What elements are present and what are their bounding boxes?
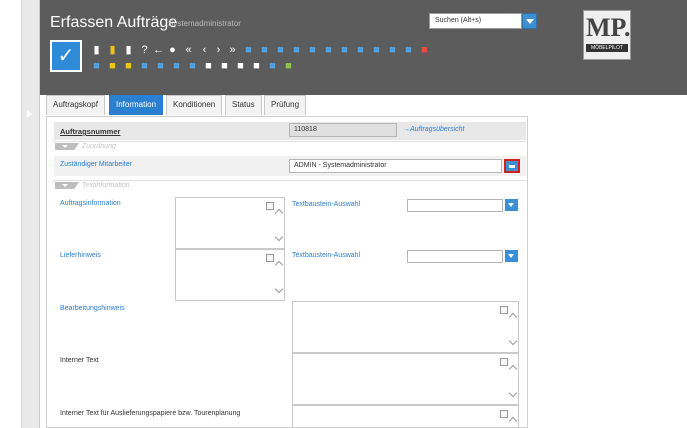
internal-text-label: Interner Text <box>60 357 99 364</box>
search-icon[interactable]: ● <box>166 44 179 57</box>
folder-icon[interactable]: ■ <box>106 60 119 73</box>
order-number-field: 110818 <box>289 123 397 137</box>
checkbox[interactable] <box>500 306 508 314</box>
page-icon[interactable]: ■ <box>266 60 279 73</box>
tab-pruefung[interactable]: Prüfung <box>264 95 307 115</box>
truck-icon[interactable]: ■ <box>306 44 319 57</box>
text-module-select-1[interactable] <box>407 199 503 212</box>
responsible-field[interactable]: ADMIN - Systemadministrator <box>289 159 502 173</box>
back-icon[interactable]: ← <box>152 44 165 57</box>
tab-auftragskopf[interactable]: Auftragskopf <box>46 95 105 115</box>
delivery-note-textarea[interactable] <box>175 249 285 301</box>
checkbox[interactable] <box>500 410 508 418</box>
previous-record-icon[interactable]: ‹ <box>198 44 211 57</box>
next-record-icon[interactable]: › <box>212 44 225 57</box>
calendar-icon[interactable]: ■ <box>138 60 151 73</box>
first-record-icon[interactable]: « <box>182 44 195 57</box>
expand-arrow-icon[interactable] <box>27 110 32 118</box>
order-number-label: Auftragsnummer <box>60 127 121 136</box>
pen-icon[interactable]: ■ <box>202 60 215 73</box>
scroll-up-icon[interactable] <box>274 208 284 218</box>
chevron-down-icon <box>62 145 68 148</box>
tab-information[interactable]: Information <box>109 95 164 115</box>
users-icon[interactable]: ■ <box>122 60 135 73</box>
scroll-up-icon[interactable] <box>508 364 518 374</box>
scroll-up-icon[interactable] <box>508 312 518 322</box>
transfer-icon[interactable]: ■ <box>290 44 303 57</box>
processing-note-textarea[interactable] <box>292 301 519 353</box>
save-check-button[interactable]: ✓ <box>50 40 82 72</box>
inventory-icon[interactable]: ■ <box>234 60 247 73</box>
date-icon[interactable]: ■ <box>250 60 263 73</box>
tab-status[interactable]: Status <box>225 95 262 115</box>
section-title: Zuordnung <box>82 143 116 150</box>
collapse-sidebar-strip[interactable] <box>22 0 40 428</box>
left-gutter <box>0 0 22 428</box>
responsible-lookup-button[interactable] <box>504 159 520 173</box>
section-assignment[interactable]: Zuordnung <box>54 141 526 151</box>
calculator-icon[interactable]: ■ <box>154 60 167 73</box>
order-info-label: Auftragsinformation <box>60 200 121 207</box>
delete-icon[interactable]: ▮ <box>122 44 135 57</box>
last-record-icon[interactable]: » <box>226 44 239 57</box>
checkbox[interactable] <box>500 358 508 366</box>
internal-text-textarea[interactable] <box>292 353 519 405</box>
import-icon[interactable]: ■ <box>370 44 383 57</box>
scroll-down-icon[interactable] <box>508 388 518 398</box>
logo-mark: MP. <box>586 13 631 42</box>
delivery-note-label: Lieferhinweis <box>60 252 101 259</box>
text-module-select-2[interactable] <box>407 250 503 263</box>
checkbox[interactable] <box>266 254 274 262</box>
scroll-down-icon[interactable] <box>274 284 284 294</box>
print-icon[interactable]: ■ <box>242 44 255 57</box>
document-icon[interactable]: ■ <box>90 60 103 73</box>
text-module-dropdown-2[interactable] <box>505 250 518 262</box>
checkbox[interactable] <box>266 202 274 210</box>
right-background <box>528 116 687 428</box>
order-info-textarea[interactable] <box>175 197 285 249</box>
chevron-down-icon <box>62 184 68 187</box>
stats-icon[interactable]: ■ <box>186 60 199 73</box>
scroll-up-icon[interactable] <box>274 260 284 270</box>
attachment-icon[interactable]: ■ <box>402 44 415 57</box>
app-title: Erfassen Aufträge <box>50 14 178 31</box>
scroll-up-icon[interactable] <box>508 416 518 426</box>
cancel-icon[interactable]: ■ <box>418 44 431 57</box>
new-document-icon[interactable]: ▮ <box>90 44 103 57</box>
archive-icon[interactable]: ■ <box>386 44 399 57</box>
logo-wordmark: MÖBELPILOT <box>586 44 628 52</box>
app-header: Erfassen Aufträge Systemadministrator Su… <box>40 0 687 95</box>
report-icon[interactable]: ■ <box>338 44 351 57</box>
spreadsheet-icon[interactable]: ■ <box>282 60 295 73</box>
internal-text-delivery-textarea[interactable] <box>292 405 519 428</box>
scroll-down-icon[interactable] <box>508 336 518 346</box>
text-module-label-1: Textbaustein-Auswahl <box>292 201 361 208</box>
text-module-dropdown-1[interactable] <box>505 199 518 211</box>
search-input[interactable]: Suchen (Alt+s) <box>429 13 522 29</box>
scroll-down-icon[interactable] <box>274 232 284 242</box>
search-dropdown-button[interactable] <box>522 13 537 29</box>
chart-icon[interactable]: ■ <box>170 60 183 73</box>
tab-konditionen[interactable]: Konditionen <box>166 95 223 115</box>
text-module-label-2: Textbaustein-Auswahl <box>292 252 361 259</box>
document-list-icon[interactable]: ■ <box>322 44 335 57</box>
responsible-label: Zuständiger Mitarbeiter <box>60 161 132 168</box>
order-overview-link[interactable]: →Auftragsübersicht <box>403 126 464 133</box>
export-icon[interactable]: ■ <box>354 44 367 57</box>
processing-note-label: Bearbeitungshinweis <box>60 305 125 312</box>
section-title: Textinformation <box>82 182 130 189</box>
app-subtitle: Systemadministrator <box>168 19 241 28</box>
mail-icon[interactable]: ■ <box>274 44 287 57</box>
tag-icon[interactable]: ■ <box>218 60 231 73</box>
internal-text-delivery-label: Interner Text für Auslieferungspapiere b… <box>60 410 241 417</box>
help-icon[interactable]: ? <box>138 44 151 57</box>
customer-icon[interactable]: ■ <box>258 44 271 57</box>
logo: MP. MÖBELPILOT <box>583 10 631 60</box>
section-text-information[interactable]: Textinformation <box>54 180 526 190</box>
copy-icon[interactable]: ▮ <box>106 44 119 57</box>
